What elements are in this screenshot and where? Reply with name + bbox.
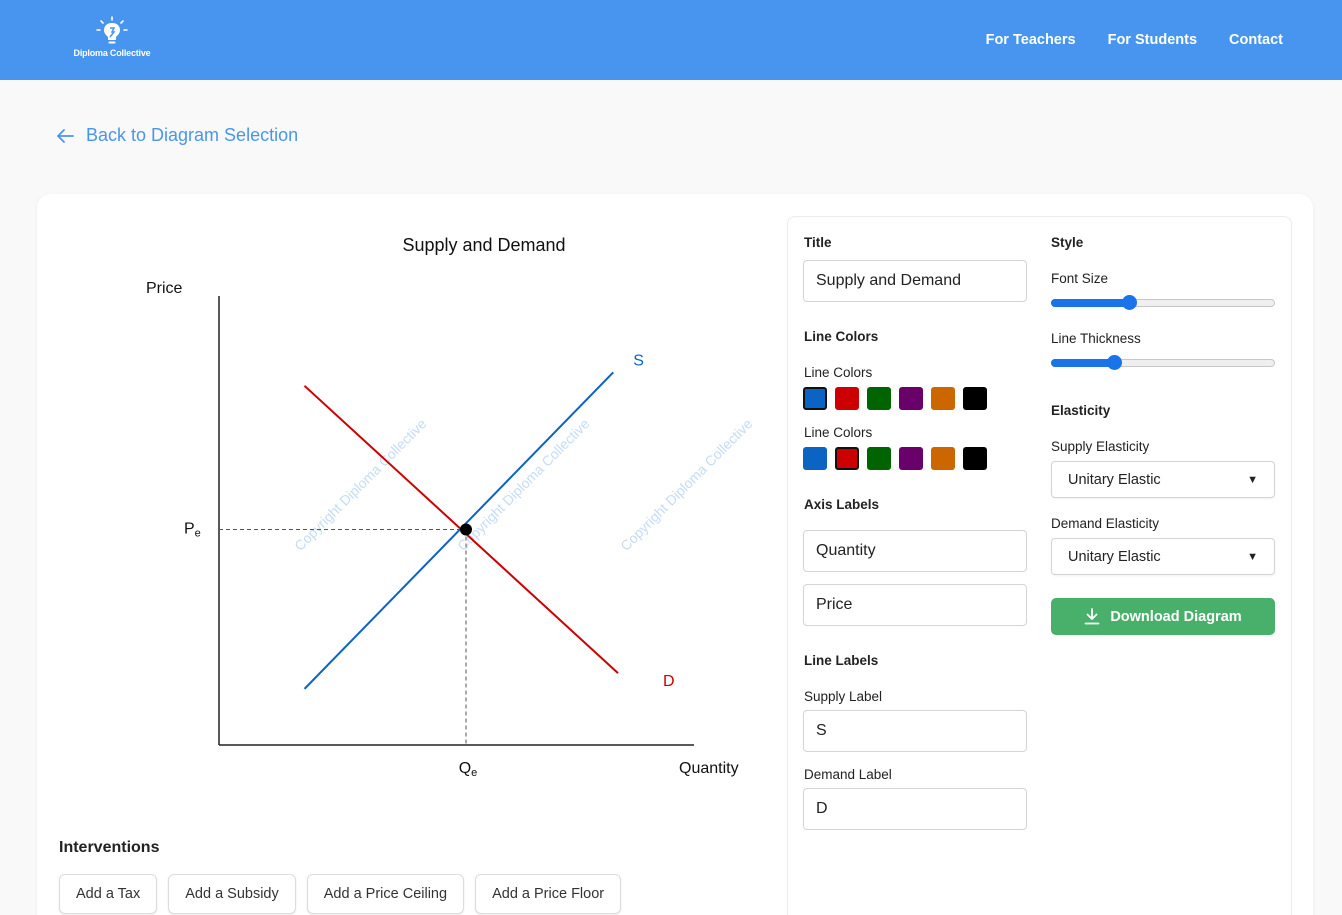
supply-label-input[interactable] xyxy=(803,710,1027,752)
supply-color-swatch[interactable] xyxy=(867,387,891,410)
demand-color-swatch[interactable] xyxy=(835,447,859,470)
style-heading: Style xyxy=(1051,235,1084,250)
chart-title: Supply and Demand xyxy=(402,235,565,255)
demand-elasticity-select[interactable]: Unitary Elastic ▼ xyxy=(1051,538,1275,575)
demand-colors-label: Line Colors xyxy=(804,425,873,440)
supply-color-swatch[interactable] xyxy=(899,387,923,410)
line-labels-heading: Line Labels xyxy=(804,653,879,668)
chevron-down-icon: ▼ xyxy=(1247,550,1258,563)
download-icon xyxy=(1084,608,1100,625)
lightbulb-logo-icon xyxy=(96,16,128,44)
supply-color-swatch[interactable] xyxy=(835,387,859,410)
demand-color-swatch[interactable] xyxy=(867,447,891,470)
x-axis-label: Quantity xyxy=(679,760,739,777)
settings-panel: Title Line Colors Line Colors Line Color… xyxy=(787,216,1292,915)
watermark-text: Copyright Diploma Collective xyxy=(617,415,756,554)
demand-color-swatch[interactable] xyxy=(899,447,923,470)
x-axis-label-input[interactable] xyxy=(803,530,1027,572)
watermark-text: Copyright Diploma Collective xyxy=(454,415,593,554)
supply-curve-label: S xyxy=(633,352,644,369)
font-size-label: Font Size xyxy=(1051,271,1109,286)
brand-logo[interactable]: Diploma Collective xyxy=(64,16,160,68)
line-thickness-slider[interactable] xyxy=(1051,355,1275,371)
y-axis-label-input[interactable] xyxy=(803,584,1027,626)
nav-for-students[interactable]: For Students xyxy=(1108,32,1197,48)
supply-elasticity-value: Unitary Elastic xyxy=(1068,471,1161,488)
supply-color-swatch[interactable] xyxy=(931,387,955,410)
back-to-diagram-selection-link[interactable]: Back to Diagram Selection xyxy=(56,125,298,146)
arrow-left-icon xyxy=(57,128,74,143)
supply-color-swatch[interactable] xyxy=(963,387,987,410)
add-price-ceiling-button[interactable]: Add a Price Ceiling xyxy=(306,874,465,914)
nav-for-teachers[interactable]: For Teachers xyxy=(986,32,1076,48)
supply-color-swatch[interactable] xyxy=(803,387,827,410)
back-link-label: Back to Diagram Selection xyxy=(86,125,299,145)
line-thickness-label: Line Thickness xyxy=(1051,331,1141,346)
font-size-slider[interactable] xyxy=(1051,295,1275,311)
axis-labels-heading: Axis Labels xyxy=(804,497,880,512)
equilibrium-point xyxy=(460,523,472,536)
add-subsidy-button[interactable]: Add a Subsidy xyxy=(168,874,296,914)
add-tax-button[interactable]: Add a Tax xyxy=(59,874,158,914)
interventions-heading: Interventions xyxy=(59,839,160,856)
supply-demand-chart: Copyright Diploma Collective Copyright Di… xyxy=(146,235,756,779)
download-diagram-button[interactable]: Download Diagram xyxy=(1051,598,1275,635)
demand-label-field-label: Demand Label xyxy=(804,767,892,782)
equilibrium-quantity-label: Qe xyxy=(459,760,478,779)
supply-elasticity-label: Supply Elasticity xyxy=(1051,439,1150,454)
add-price-floor-button[interactable]: Add a Price Floor xyxy=(475,874,622,914)
line-colors-heading: Line Colors xyxy=(804,329,879,344)
demand-color-swatch[interactable] xyxy=(803,447,827,470)
supply-label-field-label: Supply Label xyxy=(804,689,883,704)
demand-label-input[interactable] xyxy=(803,788,1027,830)
interventions-toolbar: Add a Tax Add a Subsidy Add a Price Ceil… xyxy=(59,874,622,914)
equilibrium-price-label: Pe xyxy=(184,520,201,539)
chevron-down-icon: ▼ xyxy=(1247,473,1258,486)
supply-colors-label: Line Colors xyxy=(804,365,873,380)
line-thickness-slider-handle[interactable] xyxy=(1107,355,1123,370)
top-navbar: Diploma Collective For Teachers For Stud… xyxy=(0,0,1342,80)
font-size-slider-handle[interactable] xyxy=(1122,295,1138,310)
download-diagram-label: Download Diagram xyxy=(1110,608,1242,625)
demand-curve-label: D xyxy=(663,673,675,690)
supply-elasticity-select[interactable]: Unitary Elastic ▼ xyxy=(1051,461,1275,498)
demand-elasticity-value: Unitary Elastic xyxy=(1068,548,1161,565)
brand-name: Diploma Collective xyxy=(73,48,151,58)
title-field-label: Title xyxy=(804,235,832,250)
elasticity-heading: Elasticity xyxy=(1051,403,1111,418)
supply-color-picker xyxy=(803,387,987,410)
demand-color-picker xyxy=(803,447,987,470)
nav-contact[interactable]: Contact xyxy=(1229,32,1283,48)
demand-elasticity-label: Demand Elasticity xyxy=(1051,516,1160,531)
supply-curve xyxy=(303,371,614,690)
title-input[interactable] xyxy=(803,260,1027,302)
demand-color-swatch[interactable] xyxy=(931,447,955,470)
diagram-canvas: Copyright Diploma Collective Copyright Di… xyxy=(100,220,760,810)
y-axis-label: Price xyxy=(146,280,183,297)
demand-color-swatch[interactable] xyxy=(963,447,987,470)
main-nav: For Teachers For Students Contact xyxy=(986,32,1283,48)
